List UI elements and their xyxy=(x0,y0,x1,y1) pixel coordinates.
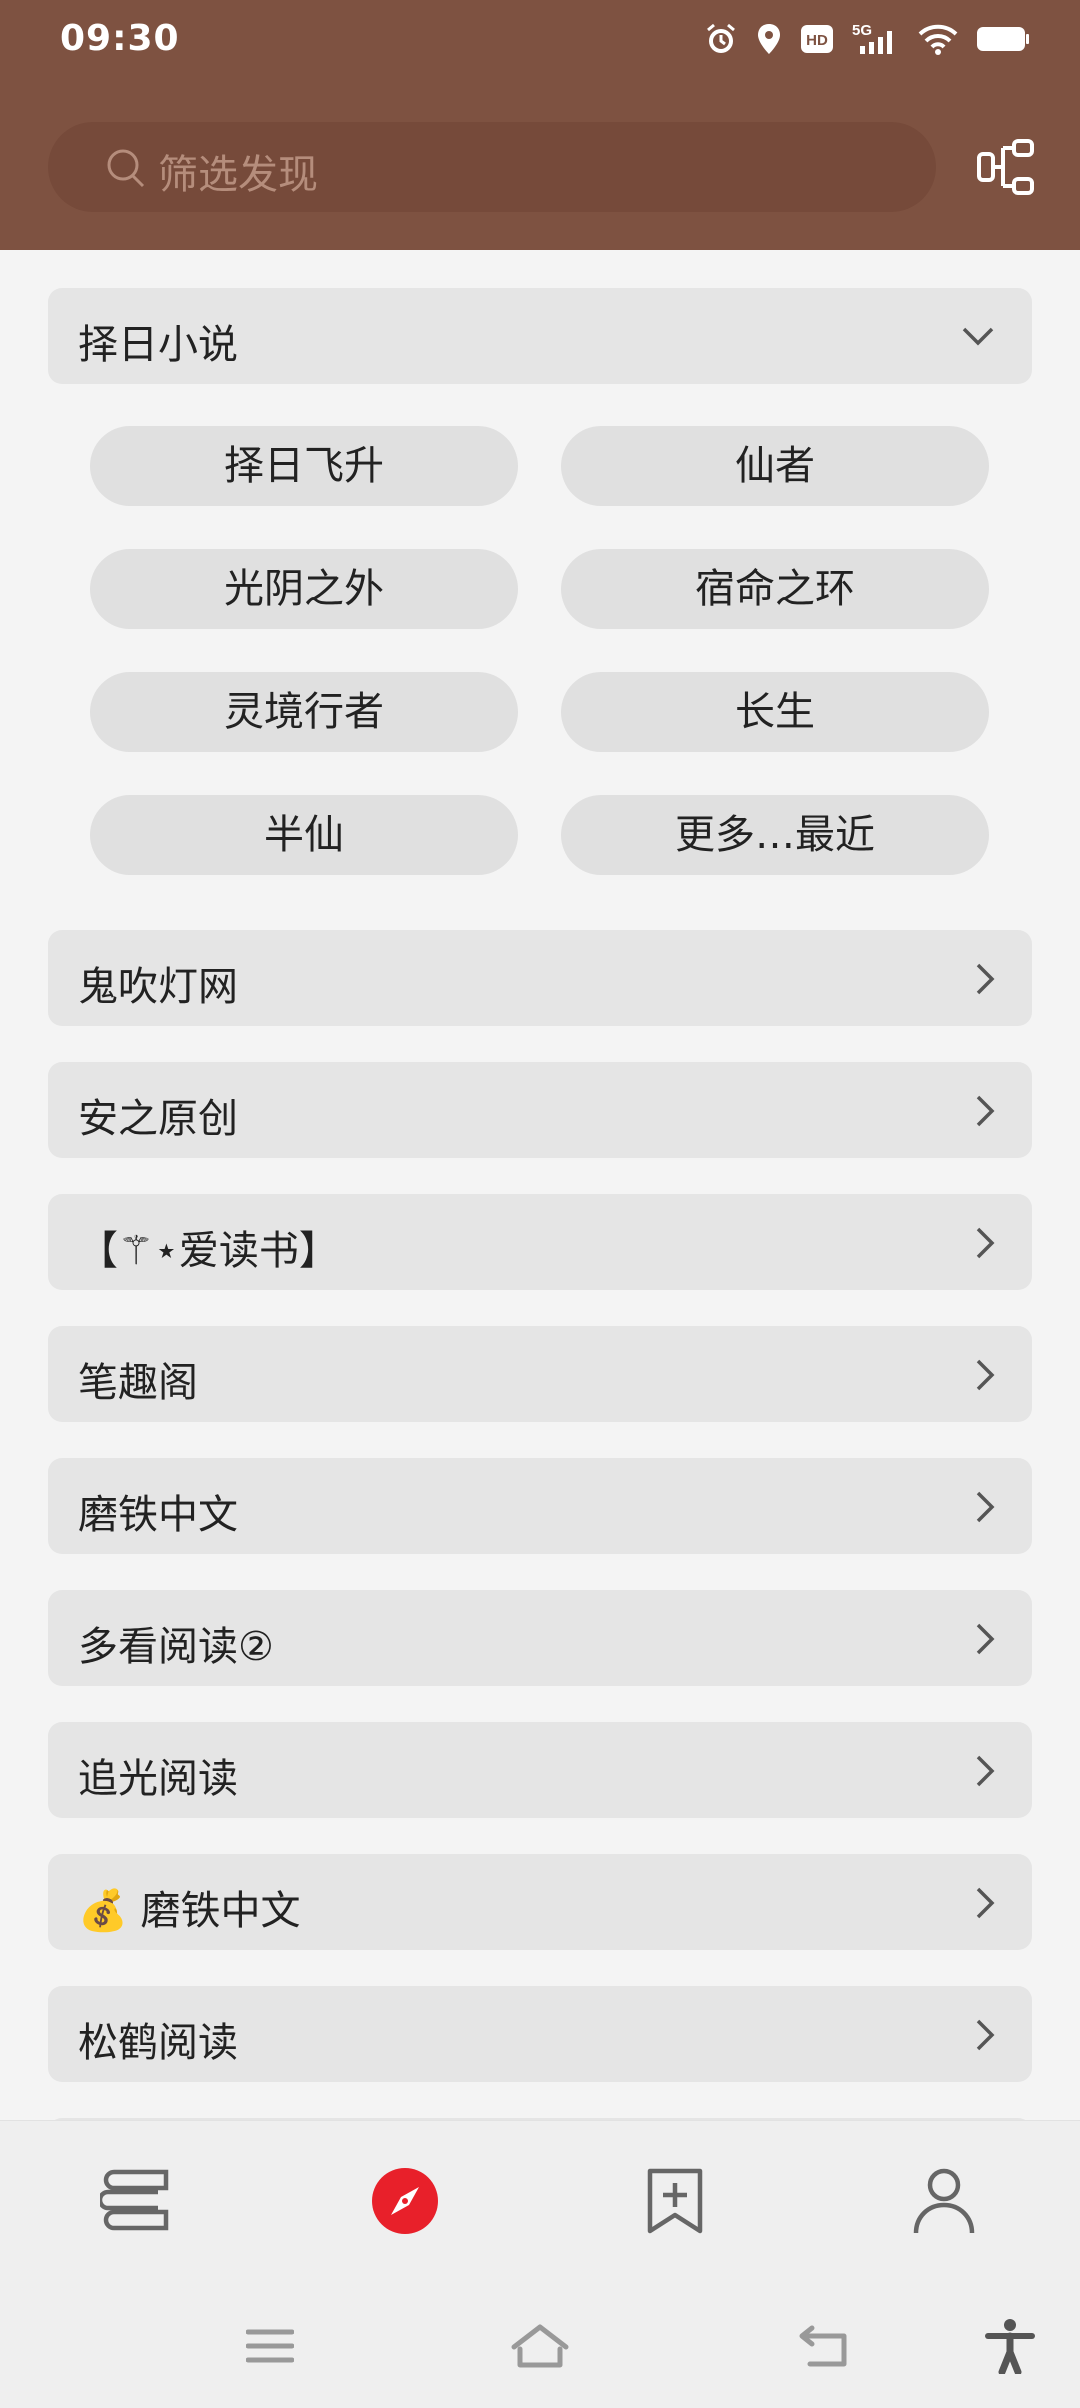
group-row[interactable]: 💰 磨铁中文 xyxy=(48,1854,1032,1950)
nav-bookshelf[interactable] xyxy=(86,2153,186,2253)
group-row[interactable]: 鬼吹灯网 xyxy=(48,930,1032,1026)
chip-item[interactable]: 光阴之外 xyxy=(90,549,518,629)
group-title: 笔趣阁 xyxy=(78,1360,198,1406)
hd-label: HD xyxy=(806,32,828,49)
wifi-icon xyxy=(918,23,958,55)
menu-button[interactable] xyxy=(230,2318,310,2378)
nav-profile[interactable] xyxy=(894,2153,994,2253)
group-row[interactable]: 追光阅读 xyxy=(48,1722,1032,1818)
group-title: 磨铁中文 xyxy=(78,1492,238,1538)
accessibility-button[interactable] xyxy=(970,2318,1050,2378)
search-placeholder: 筛选发现 xyxy=(158,152,318,198)
nav-subscribe[interactable] xyxy=(625,2153,725,2253)
group-title: 择日小说 xyxy=(78,322,238,368)
compass-icon xyxy=(371,2167,439,2239)
5g-signal-icon: 5G xyxy=(852,22,900,56)
battery-icon xyxy=(976,24,1030,54)
chip-item[interactable]: 半仙 xyxy=(90,795,518,875)
group-row[interactable]: 【⚚⋆爱读书】 xyxy=(48,1194,1032,1290)
chevron-down-icon xyxy=(960,324,996,352)
chip-item[interactable]: 宿命之环 xyxy=(561,549,989,629)
group-row[interactable]: 安之原创 xyxy=(48,1062,1032,1158)
network-label: 5G xyxy=(852,22,872,39)
chevron-right-icon xyxy=(974,1226,996,1264)
chip-item[interactable]: 灵境行者 xyxy=(90,672,518,752)
group-row[interactable]: 多看阅读② xyxy=(48,1590,1032,1686)
status-bar: 09:30 HD 5G xyxy=(0,0,1080,80)
home-icon xyxy=(510,2323,570,2373)
chip-item[interactable]: 长生 xyxy=(561,672,989,752)
chevron-right-icon xyxy=(974,1094,996,1132)
group-header-expanded[interactable]: 择日小说 xyxy=(48,288,1032,384)
chevron-right-icon xyxy=(974,1622,996,1660)
status-time: 09:30 xyxy=(60,18,180,59)
chevron-right-icon xyxy=(974,962,996,1000)
group-title: 松鹤阅读 xyxy=(78,2020,238,2066)
chevron-right-icon xyxy=(974,1490,996,1528)
group-row[interactable]: 磨铁中文 xyxy=(48,1458,1032,1554)
chevron-right-icon xyxy=(974,1754,996,1792)
group-row[interactable]: 笔趣阁 xyxy=(48,1326,1032,1422)
chip-item[interactable]: 仙者 xyxy=(561,426,989,506)
group-title: 鬼吹灯网 xyxy=(78,964,238,1010)
hd-icon: HD xyxy=(800,24,834,54)
back-button[interactable] xyxy=(786,2318,866,2378)
alarm-icon xyxy=(704,22,738,56)
bottom-nav xyxy=(0,2120,1080,2290)
discover-list: 择日小说 择日飞升 仙者 光阴之外 宿命之环 灵境行者 长生 半仙 更多…最近 … xyxy=(0,250,1080,2120)
group-row[interactable]: 松鹤阅读 xyxy=(48,1986,1032,2082)
home-button[interactable] xyxy=(500,2318,580,2378)
system-nav-bar xyxy=(0,2290,1080,2408)
search-input[interactable]: 筛选发现 xyxy=(48,122,936,212)
app-header: 09:30 HD 5G 筛选发现 xyxy=(0,0,1080,250)
chevron-right-icon xyxy=(974,2018,996,2056)
bookmark-add-icon xyxy=(646,2167,704,2239)
group-title: 安之原创 xyxy=(78,1096,238,1142)
location-icon xyxy=(756,22,782,56)
back-icon xyxy=(798,2324,854,2372)
books-icon xyxy=(97,2168,172,2238)
chevron-right-icon xyxy=(974,1886,996,1924)
chip-item[interactable]: 择日飞升 xyxy=(90,426,518,506)
person-icon xyxy=(913,2167,975,2239)
group-title: 多看阅读② xyxy=(78,1624,274,1670)
chip-more[interactable]: 更多…最近 xyxy=(561,795,989,875)
group-title: 【⚚⋆爱读书】 xyxy=(78,1228,339,1274)
group-title: 💰 磨铁中文 xyxy=(78,1888,301,1934)
group-title: 追光阅读 xyxy=(78,1756,238,1802)
chevron-right-icon xyxy=(974,1358,996,1396)
share-tree-icon[interactable] xyxy=(976,138,1036,202)
accessibility-icon xyxy=(984,2318,1036,2378)
nav-discover[interactable] xyxy=(355,2153,455,2253)
status-icons: HD 5G xyxy=(704,22,1030,56)
menu-icon xyxy=(245,2326,295,2370)
search-icon xyxy=(104,146,148,194)
